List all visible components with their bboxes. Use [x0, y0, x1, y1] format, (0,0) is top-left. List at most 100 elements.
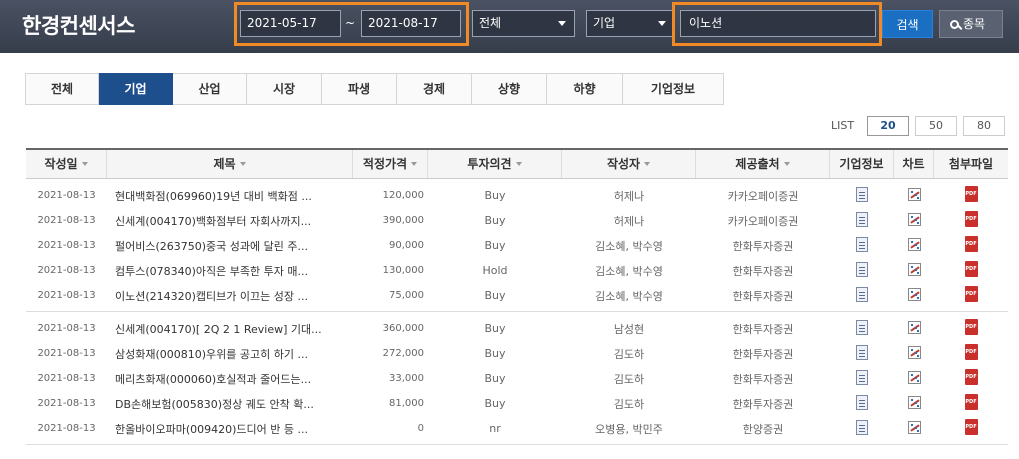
date-to-input[interactable]: 2021-08-17 [361, 10, 461, 37]
list-size-50[interactable]: 50 [915, 116, 957, 136]
column-header-opinion[interactable]: 투자의견 [428, 150, 562, 178]
column-header-label: 투자의견 [467, 157, 512, 171]
date-from-input[interactable]: 2021-05-17 [240, 10, 341, 37]
tab-upgrade[interactable]: 상향 [472, 73, 547, 105]
pdf-icon[interactable] [964, 286, 978, 302]
table-body: 2021-08-13 현대백화점(069960)19년 대비 백화점 ... 120… [26, 179, 1008, 445]
pdf-icon[interactable] [964, 344, 978, 360]
chart-icon[interactable] [907, 262, 921, 276]
chevron-down-icon [658, 21, 666, 26]
chart-icon[interactable] [907, 345, 921, 359]
document-icon[interactable] [856, 344, 868, 360]
cell-author: 김도하 [613, 397, 645, 411]
sort-icon [239, 162, 246, 166]
document-icon[interactable] [856, 261, 868, 277]
cell-opinion: Buy [484, 214, 506, 227]
sort-icon [81, 162, 88, 166]
cell-price: 130,000 [382, 265, 424, 276]
cell-title-link[interactable]: 펄어비스(263750)중국 성과에 달린 주... [107, 238, 353, 254]
pdf-icon[interactable] [964, 261, 978, 277]
tab-company-info[interactable]: 기업정보 [623, 73, 724, 105]
table-row: 2021-08-13 이노션(214320)캡티브가 이끄는 성장 ... 75,0… [26, 283, 1008, 308]
cell-title-link[interactable]: 이노션(214320)캡티브가 이끄는 성장 ... [107, 288, 353, 304]
chart-icon[interactable] [907, 287, 921, 301]
document-icon[interactable] [856, 319, 868, 335]
cell-opinion: nr [489, 422, 501, 435]
cell-price: 390,000 [382, 215, 424, 226]
list-size-20[interactable]: 20 [867, 116, 909, 136]
pdf-icon[interactable] [964, 369, 978, 385]
cell-author: 허제나 [613, 189, 645, 203]
chart-icon[interactable] [907, 370, 921, 384]
column-header-company-info: 기업정보 [830, 150, 894, 178]
pdf-icon[interactable] [964, 236, 978, 252]
chart-icon[interactable] [907, 320, 921, 334]
category-select[interactable]: 전체 [472, 10, 575, 37]
cell-chart [894, 187, 934, 204]
cell-company-info [830, 419, 894, 438]
tab-derivative[interactable]: 파생 [322, 73, 397, 105]
cell-price: 81,000 [389, 398, 424, 409]
stock-search-button[interactable]: 종목 [939, 10, 1003, 38]
category-tabs: 전체 기업 산업 시장 파생 경제 상향 하향 기업정보 [25, 73, 724, 105]
document-icon[interactable] [856, 394, 868, 410]
cell-title-link[interactable]: 신세계(004170)[ 2Q 2 1 Review] 기대... [107, 321, 353, 337]
list-size-80[interactable]: 80 [963, 116, 1005, 136]
cell-title-link[interactable]: 삼성화재(000810)우위를 공고히 하기 ... [107, 346, 353, 362]
column-header-author[interactable]: 작성자 [562, 150, 696, 178]
tab-downgrade[interactable]: 하향 [547, 73, 623, 105]
cell-date: 2021-08-13 [37, 240, 96, 251]
column-header-price[interactable]: 적정가격 [353, 150, 428, 178]
column-header-title[interactable]: 제목 [107, 150, 353, 178]
pdf-icon[interactable] [964, 394, 978, 410]
cell-title-link[interactable]: 컴투스(078340)아직은 부족한 투자 매... [107, 263, 353, 279]
pdf-icon[interactable] [964, 419, 978, 435]
chart-icon[interactable] [907, 420, 921, 434]
cell-attachment [934, 286, 1008, 305]
document-icon[interactable] [856, 286, 868, 302]
tab-company[interactable]: 기업 [99, 73, 173, 105]
cell-title-link[interactable]: 메리츠화재(000060)호실적과 줄어드는... [107, 371, 353, 387]
column-header-label: 제목 [213, 157, 236, 171]
chart-icon[interactable] [907, 212, 921, 226]
cell-date: 2021-08-13 [37, 398, 96, 409]
cell-source: 한화투자증권 [732, 322, 794, 336]
site-logo[interactable]: 한경컨센서스 [22, 10, 135, 40]
document-icon[interactable] [856, 419, 868, 435]
type-select[interactable]: 기업 [586, 10, 675, 37]
column-header-source[interactable]: 제공출처 [696, 150, 830, 178]
search-input[interactable]: 이노션 [680, 10, 876, 37]
document-icon[interactable] [856, 186, 868, 202]
cell-title-link[interactable]: 현대백화점(069960)19년 대비 백화점 ... [107, 188, 353, 204]
pdf-icon[interactable] [964, 319, 978, 335]
chart-icon[interactable] [907, 237, 921, 251]
sort-icon [411, 162, 418, 166]
column-header-date[interactable]: 작성일 [26, 150, 107, 178]
cell-attachment [934, 236, 1008, 255]
cell-chart [894, 395, 934, 412]
search-button[interactable]: 검색 [882, 10, 933, 38]
column-header-label: 작성일 [44, 157, 78, 171]
list-size-label: LIST [831, 119, 855, 132]
tab-industry[interactable]: 산업 [173, 73, 247, 105]
document-icon[interactable] [856, 236, 868, 252]
document-icon[interactable] [856, 211, 868, 227]
cell-price: 272,000 [382, 348, 424, 359]
cell-title-link[interactable]: 한올바이오파마(009420)드디어 반 등 ... [107, 421, 353, 437]
chart-icon[interactable] [907, 395, 921, 409]
cell-author: 남성현 [613, 322, 645, 336]
table-row: 2021-08-13 신세계(004170)[ 2Q 2 1 Review] 기대… [26, 316, 1008, 341]
chart-icon[interactable] [907, 187, 921, 201]
tab-all[interactable]: 전체 [25, 73, 99, 105]
tab-market[interactable]: 시장 [247, 73, 322, 105]
search-icon [950, 20, 959, 29]
cell-title-link[interactable]: DB손해보험(005830)정상 궤도 안착 확... [107, 396, 353, 412]
table-row: 2021-08-13 현대백화점(069960)19년 대비 백화점 ... 120… [26, 183, 1008, 208]
document-icon[interactable] [856, 369, 868, 385]
tab-economy[interactable]: 경제 [397, 73, 472, 105]
cell-title-link[interactable]: 신세계(004170)백화점부터 자회사까지... [107, 213, 353, 229]
pdf-icon[interactable] [964, 186, 978, 202]
pdf-icon[interactable] [964, 211, 978, 227]
cell-company-info [830, 186, 894, 205]
table-row: 2021-08-13 메리츠화재(000060)호실적과 줄어드는... 33,00… [26, 366, 1008, 391]
